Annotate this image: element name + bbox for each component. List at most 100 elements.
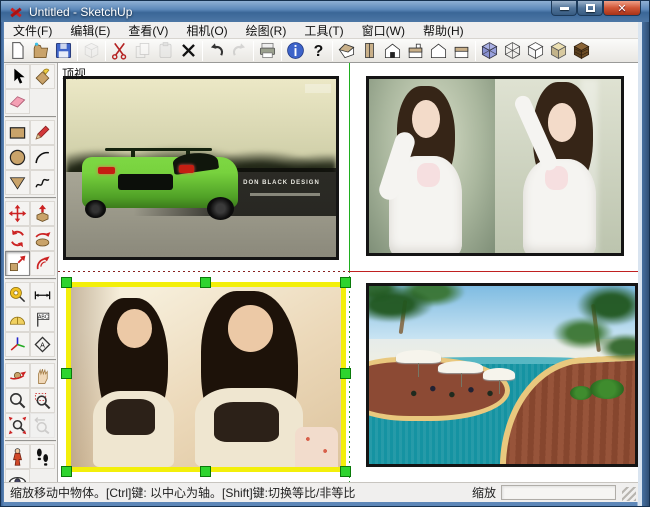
scale-handle[interactable] <box>340 466 351 477</box>
selected-sepia-photo[interactable] <box>66 282 346 472</box>
scale-tool-button[interactable] <box>5 251 30 276</box>
polygon-tool-button[interactable] <box>5 170 30 195</box>
line-tool-button[interactable] <box>30 120 55 145</box>
circle-icon <box>8 148 27 167</box>
save-button[interactable] <box>52 40 75 62</box>
maximize-icon <box>586 4 595 12</box>
close-button[interactable]: ✕ <box>603 1 641 16</box>
erase-button[interactable] <box>177 40 200 62</box>
view-iso-button[interactable] <box>335 40 358 62</box>
model-photos[interactable] <box>366 76 624 256</box>
scale-handle[interactable] <box>200 466 211 477</box>
circle-tool-button[interactable] <box>5 145 30 170</box>
view-right-button[interactable] <box>450 40 473 62</box>
offset-tool-button[interactable] <box>30 251 55 276</box>
select-tool-button[interactable] <box>5 64 30 89</box>
model-info-button[interactable] <box>284 40 307 62</box>
menu-item-3[interactable]: 相机(O) <box>177 21 236 40</box>
view-left-button[interactable] <box>427 40 450 62</box>
scale-handle[interactable] <box>200 277 211 288</box>
scale-handle[interactable] <box>61 368 72 379</box>
resize-grip[interactable] <box>622 487 636 501</box>
drawing-viewport[interactable]: 顶视 <box>58 63 638 484</box>
push-pull-tool-button[interactable] <box>30 201 55 226</box>
menu-item-2[interactable]: 查看(V) <box>119 21 177 40</box>
view-back-button[interactable] <box>404 40 427 62</box>
cut-button[interactable] <box>108 40 131 62</box>
polygon-icon <box>8 173 27 192</box>
girl-face <box>117 309 152 349</box>
undo-button[interactable] <box>205 40 228 62</box>
palette-group <box>5 282 56 361</box>
status-bar: 缩放移动中物体。[Ctrl]键: 以中心为轴。[Shift]键:切换等比/非等比… <box>4 482 638 502</box>
menu-item-6[interactable]: 窗口(W) <box>353 21 414 40</box>
scale-handle[interactable] <box>340 277 351 288</box>
scale-handle[interactable] <box>61 277 72 288</box>
freehand-tool-button[interactable] <box>30 170 55 195</box>
paint-bucket-tool-button[interactable] <box>30 64 55 89</box>
text-tool-button[interactable] <box>30 307 55 332</box>
move-tool-button[interactable] <box>5 201 30 226</box>
axes-icon <box>8 335 27 354</box>
zoom-tool-button[interactable] <box>5 388 30 413</box>
palette-group <box>5 363 56 442</box>
menu-item-4[interactable]: 绘图(R) <box>237 21 296 40</box>
rectangle-tool-button[interactable] <box>5 120 30 145</box>
save-icon <box>54 41 73 60</box>
zoom-extents-tool-button[interactable] <box>5 413 30 438</box>
eraser-tool-button[interactable] <box>5 89 30 114</box>
resort-pool-photo[interactable] <box>366 283 638 467</box>
style-textured-button[interactable] <box>570 40 593 62</box>
open-button[interactable] <box>29 40 52 62</box>
style-hidden-line-button[interactable] <box>524 40 547 62</box>
zoom-previous-tool-button[interactable] <box>30 413 55 438</box>
print-button[interactable] <box>256 40 279 62</box>
walk-tool-button[interactable] <box>30 444 55 469</box>
3d-text-tool-button[interactable] <box>30 332 55 357</box>
make-component-button[interactable] <box>80 40 103 62</box>
protractor-tool-button[interactable] <box>5 307 30 332</box>
lamborghini-photo[interactable]: DON BLACK DESIGN <box>63 76 339 260</box>
rotate-tool-button[interactable] <box>5 226 30 251</box>
menu-item-0[interactable]: 文件(F) <box>4 21 61 40</box>
zoom-previous-icon <box>33 416 52 435</box>
view-top-button[interactable] <box>358 40 381 62</box>
tape-measure-tool-button[interactable] <box>5 282 30 307</box>
dimension-tool-button[interactable] <box>30 282 55 307</box>
maximize-button[interactable] <box>577 1 603 16</box>
scale-handle[interactable] <box>61 466 72 477</box>
position-camera-tool-button[interactable] <box>5 444 30 469</box>
make-component-icon <box>82 41 101 60</box>
measurement-input[interactable] <box>501 485 616 500</box>
zoom-window-tool-button[interactable] <box>30 388 55 413</box>
arc-tool-button[interactable] <box>30 145 55 170</box>
pan-tool-button[interactable] <box>30 363 55 388</box>
minimize-button[interactable] <box>551 1 577 16</box>
view-front-button[interactable] <box>381 40 404 62</box>
scale-handle[interactable] <box>340 368 351 379</box>
axes-tool-button[interactable] <box>5 332 30 357</box>
paste-button[interactable] <box>154 40 177 62</box>
menu-item-5[interactable]: 工具(T) <box>295 21 352 40</box>
zoom-icon <box>8 391 27 410</box>
orbit-tool-button[interactable] <box>5 363 30 388</box>
car-taillight <box>98 167 114 174</box>
offset-icon <box>33 254 52 273</box>
style-wireframe-button[interactable] <box>501 40 524 62</box>
red-axis-solid <box>349 271 638 272</box>
menu-item-7[interactable]: 帮助(H) <box>414 21 473 40</box>
new-button[interactable] <box>6 40 29 62</box>
titlebar[interactable]: Untitled - SketchUp ✕ <box>1 1 649 22</box>
copy-icon <box>133 41 152 60</box>
redo-button[interactable] <box>228 40 251 62</box>
style-xray-button[interactable] <box>478 40 501 62</box>
menu-item-1[interactable]: 编辑(E) <box>61 21 119 40</box>
tape-measure-icon <box>8 285 27 304</box>
push-pull-icon <box>33 204 52 223</box>
orbit-icon <box>8 366 27 385</box>
follow-me-tool-button[interactable] <box>30 226 55 251</box>
car-spoiler <box>105 148 212 151</box>
style-shaded-button[interactable] <box>547 40 570 62</box>
copy-button[interactable] <box>131 40 154 62</box>
help-button[interactable] <box>307 40 330 62</box>
